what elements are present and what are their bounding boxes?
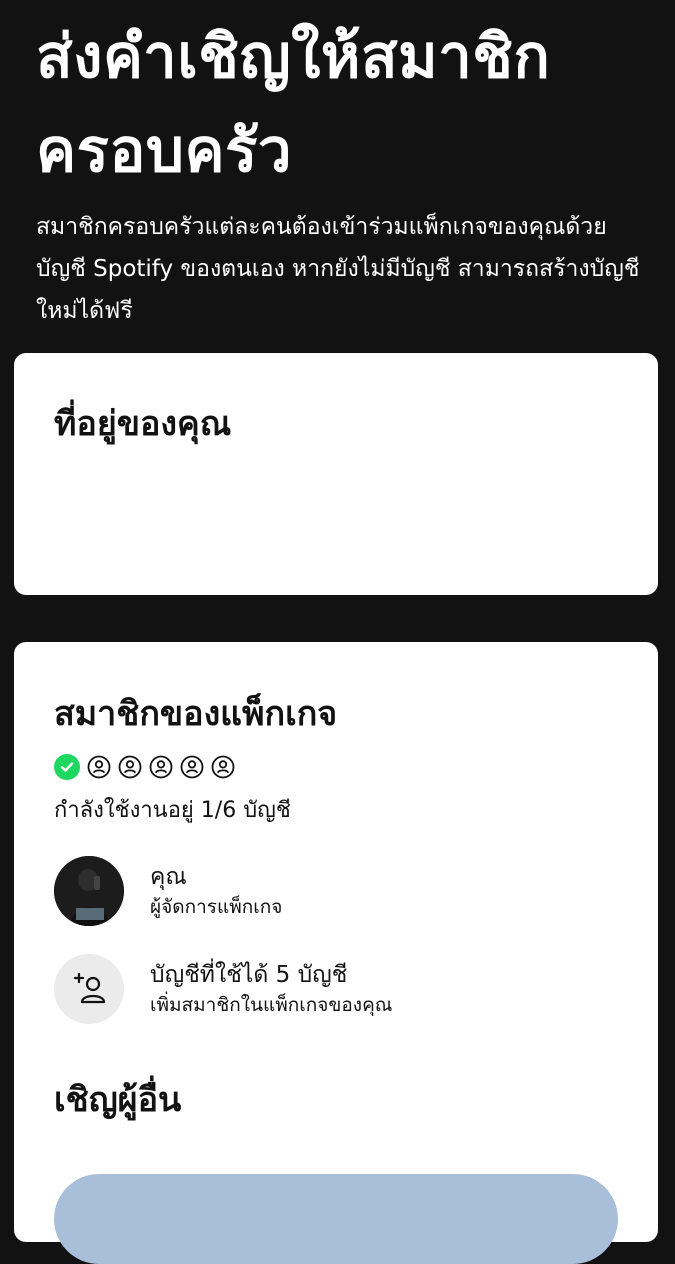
person-outline-icon	[149, 755, 173, 779]
members-content: สมาชิกของแพ็กเกจ กำลังใช้งานอยู่ 1/6 บัญ…	[54, 692, 618, 1122]
member-info: คุณ ผู้จัดการแพ็กเกจ	[150, 861, 282, 921]
member-name: คุณ	[150, 864, 187, 890]
members-card-title: สมาชิกของแพ็กเกจ	[54, 694, 338, 734]
add-member-info: บัญชีที่ใช้ได้ 5 บัญชี เพิ่มสมาชิกในแพ็ก…	[150, 959, 392, 1019]
available-slots-text: บัญชีที่ใช้ได้ 5 บัญชี	[150, 962, 348, 988]
person-outline-icon	[87, 755, 111, 779]
usage-text: กำลังใช้งานอยู่ 1/6 บัญชี	[54, 798, 291, 823]
add-member-subtitle: เพิ่มสมาชิกในแพ็กเกจของคุณ	[150, 994, 393, 1016]
page-title: ส่งคำเชิญให้สมาชิกครอบครัว	[36, 22, 551, 186]
person-outline-icon	[211, 755, 235, 779]
member-role: ผู้จัดการแพ็กเกจ	[150, 896, 283, 918]
page-header: ส่งคำเชิญให้สมาชิกครอบครัว สมาชิกครอบครั…	[36, 10, 646, 332]
invite-title: เชิญผู้อื่น	[54, 1080, 182, 1120]
person-outline-icon	[118, 755, 142, 779]
page-subtitle: สมาชิกครอบครัวแต่ละคนต้องเข้าร่วมแพ็กเกจ…	[36, 214, 640, 324]
address-card-title: ที่อยู่ของคุณ	[54, 404, 232, 444]
member-slots	[54, 754, 618, 780]
check-circle-icon	[54, 754, 80, 780]
person-outline-icon	[180, 755, 204, 779]
add-person-icon	[54, 954, 124, 1024]
add-member-row[interactable]: บัญชีที่ใช้ได้ 5 บัญชี เพิ่มสมาชิกในแพ็ก…	[54, 954, 618, 1024]
avatar	[54, 856, 124, 926]
invite-button[interactable]	[54, 1174, 618, 1264]
members-card: สมาชิกของแพ็กเกจ กำลังใช้งานอยู่ 1/6 บัญ…	[14, 642, 658, 1264]
member-row[interactable]: คุณ ผู้จัดการแพ็กเกจ	[54, 856, 618, 926]
address-card[interactable]	[14, 353, 658, 595]
